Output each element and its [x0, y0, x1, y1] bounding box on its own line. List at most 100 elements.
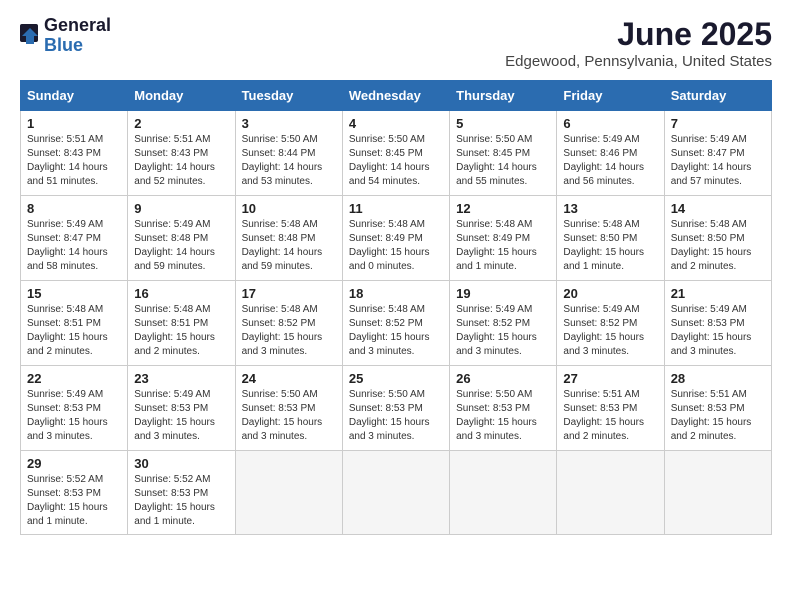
day-info: Sunrise: 5:48 AM Sunset: 8:51 PM Dayligh… [134, 303, 228, 359]
location-title: Edgewood, Pennsylvania, United States [505, 53, 772, 70]
calendar-cell: 2 Sunrise: 5:51 AM Sunset: 8:43 PM Daylig… [128, 111, 235, 196]
day-number: 21 [671, 286, 765, 301]
day-info: Sunrise: 5:49 AM Sunset: 8:48 PM Dayligh… [134, 218, 228, 274]
day-number: 15 [27, 286, 121, 301]
header-tuesday: Tuesday [235, 81, 342, 111]
calendar-cell: 22Sunrise: 5:49 AM Sunset: 8:53 PM Dayli… [21, 366, 128, 451]
header-thursday: Thursday [450, 81, 557, 111]
day-number: 12 [456, 201, 550, 216]
calendar-cell: 30 Sunrise: 5:52 AM Sunset: 8:53 PM Dayli… [128, 451, 235, 535]
day-number: 22 [27, 371, 121, 386]
day-number: 30 [134, 456, 228, 471]
calendar-cell: 5 Sunrise: 5:50 AM Sunset: 8:45 PM Daylig… [450, 111, 557, 196]
calendar-header-row: SundayMondayTuesdayWednesdayThursdayFrid… [21, 81, 772, 111]
calendar-cell: 16Sunrise: 5:48 AM Sunset: 8:51 PM Dayli… [128, 281, 235, 366]
day-info: Sunrise: 5:51 AM Sunset: 8:43 PM Dayligh… [134, 133, 228, 189]
day-info: Sunrise: 5:48 AM Sunset: 8:50 PM Dayligh… [563, 218, 657, 274]
day-info: Sunrise: 5:51 AM Sunset: 8:43 PM Dayligh… [27, 133, 121, 189]
header-wednesday: Wednesday [342, 81, 449, 111]
day-number: 1 [27, 116, 121, 131]
day-number: 28 [671, 371, 765, 386]
month-title: June 2025 [505, 16, 772, 53]
day-info: Sunrise: 5:48 AM Sunset: 8:50 PM Dayligh… [671, 218, 765, 274]
day-number: 23 [134, 371, 228, 386]
logo-blue: Blue [44, 36, 111, 56]
calendar-cell: 8Sunrise: 5:49 AM Sunset: 8:47 PM Daylig… [21, 196, 128, 281]
calendar-cell: 19 Sunrise: 5:49 AM Sunset: 8:52 PM Dayli… [450, 281, 557, 366]
day-info: Sunrise: 5:49 AM Sunset: 8:52 PM Dayligh… [563, 303, 657, 359]
calendar-cell: 9 Sunrise: 5:49 AM Sunset: 8:48 PM Daylig… [128, 196, 235, 281]
day-info: Sunrise: 5:50 AM Sunset: 8:44 PM Dayligh… [242, 133, 336, 189]
day-number: 26 [456, 371, 550, 386]
day-info: Sunrise: 5:49 AM Sunset: 8:53 PM Dayligh… [134, 388, 228, 444]
calendar: SundayMondayTuesdayWednesdayThursdayFrid… [20, 80, 772, 535]
calendar-cell: 25 Sunrise: 5:50 AM Sunset: 8:53 PM Dayli… [342, 366, 449, 451]
week-row-3: 15 Sunrise: 5:48 AM Sunset: 8:51 PM Dayli… [21, 281, 772, 366]
header-saturday: Saturday [664, 81, 771, 111]
day-number: 17 [242, 286, 336, 301]
day-info: Sunrise: 5:48 AM Sunset: 8:52 PM Dayligh… [242, 303, 336, 359]
calendar-cell: 7 Sunrise: 5:49 AM Sunset: 8:47 PM Daylig… [664, 111, 771, 196]
day-number: 8 [27, 201, 121, 216]
day-info: Sunrise: 5:50 AM Sunset: 8:53 PM Dayligh… [349, 388, 443, 444]
calendar-cell: 23 Sunrise: 5:49 AM Sunset: 8:53 PM Dayli… [128, 366, 235, 451]
logo: General Blue [20, 16, 111, 56]
logo-icon [20, 24, 40, 48]
day-info: Sunrise: 5:49 AM Sunset: 8:47 PM Dayligh… [671, 133, 765, 189]
day-number: 25 [349, 371, 443, 386]
day-number: 29 [27, 456, 121, 471]
week-row-4: 22 Sunrise: 5:49 AM Sunset: 8:53 PM Dayli… [21, 366, 772, 451]
day-info: Sunrise: 5:52 AM Sunset: 8:53 PM Dayligh… [27, 473, 121, 529]
day-info: Sunrise: 5:50 AM Sunset: 8:53 PM Dayligh… [242, 388, 336, 444]
title-area: June 2025 Edgewood, Pennsylvania, United… [505, 16, 772, 70]
day-number: 19 [456, 286, 550, 301]
calendar-cell [342, 451, 449, 535]
week-row-1: 1 Sunrise: 5:51 AM Sunset: 8:43 PM Daylig… [21, 111, 772, 196]
logo-general: General [44, 16, 111, 36]
day-number: 2 [134, 116, 228, 131]
day-info: Sunrise: 5:51 AM Sunset: 8:53 PM Dayligh… [563, 388, 657, 444]
day-number: 10 [242, 201, 336, 216]
day-info: Sunrise: 5:48 AM Sunset: 8:51 PM Dayligh… [27, 303, 121, 359]
calendar-cell: 15 Sunrise: 5:48 AM Sunset: 8:51 PM Dayli… [21, 281, 128, 366]
day-number: 20 [563, 286, 657, 301]
day-number: 3 [242, 116, 336, 131]
day-info: Sunrise: 5:50 AM Sunset: 8:45 PM Dayligh… [456, 133, 550, 189]
day-number: 5 [456, 116, 550, 131]
calendar-cell: 11Sunrise: 5:48 AM Sunset: 8:49 PM Dayli… [342, 196, 449, 281]
day-info: Sunrise: 5:48 AM Sunset: 8:48 PM Dayligh… [242, 218, 336, 274]
page-header: General Blue June 2025 Edgewood, Pennsyl… [20, 16, 772, 70]
day-info: Sunrise: 5:49 AM Sunset: 8:53 PM Dayligh… [671, 303, 765, 359]
week-row-2: 8Sunrise: 5:49 AM Sunset: 8:47 PM Daylig… [21, 196, 772, 281]
calendar-cell: 20 Sunrise: 5:49 AM Sunset: 8:52 PM Dayli… [557, 281, 664, 366]
day-info: Sunrise: 5:48 AM Sunset: 8:52 PM Dayligh… [349, 303, 443, 359]
calendar-cell [557, 451, 664, 535]
calendar-cell: 21 Sunrise: 5:49 AM Sunset: 8:53 PM Dayli… [664, 281, 771, 366]
calendar-cell: 26 Sunrise: 5:50 AM Sunset: 8:53 PM Dayli… [450, 366, 557, 451]
calendar-cell: 17 Sunrise: 5:48 AM Sunset: 8:52 PM Dayli… [235, 281, 342, 366]
day-number: 9 [134, 201, 228, 216]
day-number: 7 [671, 116, 765, 131]
day-number: 14 [671, 201, 765, 216]
calendar-cell: 6 Sunrise: 5:49 AM Sunset: 8:46 PM Daylig… [557, 111, 664, 196]
day-info: Sunrise: 5:49 AM Sunset: 8:46 PM Dayligh… [563, 133, 657, 189]
calendar-cell: 12 Sunrise: 5:48 AM Sunset: 8:49 PM Dayli… [450, 196, 557, 281]
calendar-cell [664, 451, 771, 535]
calendar-cell: 4Sunrise: 5:50 AM Sunset: 8:45 PM Daylig… [342, 111, 449, 196]
day-info: Sunrise: 5:51 AM Sunset: 8:53 PM Dayligh… [671, 388, 765, 444]
calendar-cell: 29 Sunrise: 5:52 AM Sunset: 8:53 PM Dayli… [21, 451, 128, 535]
day-info: Sunrise: 5:48 AM Sunset: 8:49 PM Dayligh… [456, 218, 550, 274]
header-friday: Friday [557, 81, 664, 111]
day-number: 11 [349, 201, 443, 216]
calendar-cell: 10 Sunrise: 5:48 AM Sunset: 8:48 PM Dayli… [235, 196, 342, 281]
day-number: 27 [563, 371, 657, 386]
day-number: 4 [349, 116, 443, 131]
calendar-cell: 1 Sunrise: 5:51 AM Sunset: 8:43 PM Daylig… [21, 111, 128, 196]
day-number: 6 [563, 116, 657, 131]
day-number: 18 [349, 286, 443, 301]
day-info: Sunrise: 5:52 AM Sunset: 8:53 PM Dayligh… [134, 473, 228, 529]
calendar-cell: 14 Sunrise: 5:48 AM Sunset: 8:50 PM Dayli… [664, 196, 771, 281]
calendar-cell: 13Sunrise: 5:48 AM Sunset: 8:50 PM Dayli… [557, 196, 664, 281]
day-info: Sunrise: 5:49 AM Sunset: 8:52 PM Dayligh… [456, 303, 550, 359]
day-info: Sunrise: 5:50 AM Sunset: 8:53 PM Dayligh… [456, 388, 550, 444]
